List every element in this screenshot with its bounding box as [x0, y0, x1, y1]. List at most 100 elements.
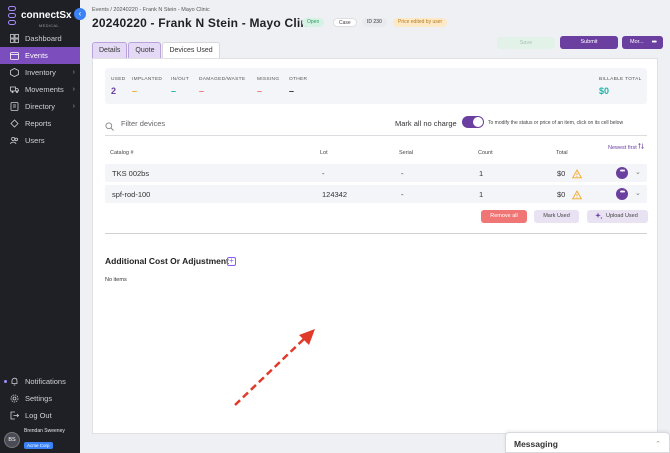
sidebar-item-directory[interactable]: Directory ›	[0, 98, 80, 115]
stats-bar: USED 2 IMPLANTED – IN/OUT – DAMAGED/WAST…	[105, 68, 647, 104]
no-items-text: No items	[105, 277, 127, 283]
collapse-sidebar-button[interactable]: ‹	[74, 8, 86, 20]
row-actions-button[interactable]: •••	[616, 167, 628, 179]
submit-button[interactable]: Submit	[560, 36, 618, 49]
cell-total[interactable]: $0	[557, 190, 565, 199]
sidebar-item-users[interactable]: Users	[0, 132, 80, 149]
upload-used-button[interactable]: Upload Used	[587, 210, 648, 223]
devices-used-panel: USED 2 IMPLANTED – IN/OUT – DAMAGED/WAST…	[92, 58, 658, 434]
logo-mark-icon	[8, 6, 17, 26]
calendar-icon	[10, 51, 19, 60]
mark-all-no-charge-toggle[interactable]	[462, 116, 484, 128]
cell-serial[interactable]: -	[401, 190, 404, 199]
tab-quote[interactable]: Quote	[128, 42, 162, 58]
sidebar-item-label: Directory	[25, 102, 56, 111]
sidebar-item-label: Dashboard	[25, 34, 62, 43]
cell-count[interactable]: 1	[479, 190, 483, 199]
row-actions-button[interactable]: •••	[616, 188, 628, 200]
mark-used-button[interactable]: Mark Used	[534, 210, 579, 223]
box-icon	[10, 68, 19, 77]
directory-icon	[10, 102, 19, 111]
user-name: Brendan Sweeney	[24, 428, 65, 434]
stat-damaged-waste[interactable]: DAMAGED/WASTE –	[199, 77, 245, 96]
status-badge: Open	[302, 18, 325, 27]
reports-icon	[10, 119, 19, 128]
chevron-right-icon: ›	[72, 103, 75, 110]
dashboard-icon	[10, 34, 19, 43]
mark-all-no-charge-label: Mark all no charge	[395, 119, 457, 128]
sidebar-item-label: Movements	[25, 85, 64, 94]
stat-in-out[interactable]: IN/OUT –	[171, 77, 189, 96]
modify-hint-text: To modify the status or price of an item…	[488, 120, 624, 126]
gear-icon	[10, 394, 19, 403]
column-header-lot: Lot	[320, 150, 328, 156]
sidebar-item-dashboard[interactable]: Dashboard	[0, 30, 80, 47]
logo-text: connectSx	[21, 9, 72, 21]
upload-used-label: Upload Used	[606, 213, 638, 219]
cell-catalog[interactable]: spf-rod-100	[112, 190, 150, 199]
tab-details[interactable]: Details	[92, 42, 128, 58]
users-icon	[10, 136, 19, 145]
user-profile[interactable]: BS Brendan Sweeney Acme Corp	[4, 428, 78, 450]
sidebar: connectSx MEDICAL ‹ Dashboard Events Inv…	[0, 0, 86, 453]
filter-row: Filter devices Mark all no charge To mod…	[105, 116, 647, 136]
sidebar-item-inventory[interactable]: Inventory ›	[0, 64, 80, 81]
chevron-up-icon[interactable]: ⌃	[655, 440, 661, 448]
logo[interactable]: connectSx MEDICAL	[8, 6, 74, 28]
filter-devices-input[interactable]: Filter devices	[121, 119, 165, 128]
sidebar-item-label: Users	[25, 136, 45, 145]
sparkle-icon	[595, 212, 603, 226]
stat-other[interactable]: OTHER –	[289, 77, 307, 96]
annotation-arrow	[234, 329, 315, 406]
logout-icon	[10, 411, 19, 420]
sidebar-item-notifications[interactable]: Notifications	[0, 373, 80, 390]
chevron-left-icon: ‹	[78, 9, 82, 18]
cell-count[interactable]: 1	[479, 169, 483, 178]
type-badge: Case	[333, 18, 357, 27]
table-row[interactable]: spf-rod-100 124342 - 1 $0 ••• ⌄	[105, 185, 647, 203]
cell-serial[interactable]: -	[401, 169, 404, 178]
stat-missing[interactable]: MISSING –	[257, 77, 279, 96]
table-row[interactable]: TKS 002bs - - 1 $0 ••• ⌄	[105, 164, 647, 182]
sort-icon	[638, 143, 644, 151]
page-title: 20240220 - Frank N Stein - Mayo Clinic	[92, 16, 319, 30]
sidebar-item-label: Events	[25, 51, 48, 60]
chevron-right-icon: ›	[72, 69, 75, 76]
sidebar-item-label: Reports	[25, 119, 52, 128]
tab-devices-used[interactable]: Devices Used	[162, 42, 220, 58]
sort-newest-first[interactable]: Newest first	[608, 143, 644, 151]
sidebar-item-label: Log Out	[25, 411, 52, 420]
save-button[interactable]: Save	[497, 37, 555, 49]
logo-subtext: MEDICAL	[39, 22, 59, 28]
sidebar-item-settings[interactable]: Settings	[0, 390, 80, 407]
price-edited-badge: Price edited by user	[393, 18, 448, 27]
avatar: BS	[4, 432, 20, 448]
warning-icon	[571, 166, 583, 184]
add-adjustment-button[interactable]: +	[227, 257, 236, 266]
cell-total[interactable]: $0	[557, 169, 565, 178]
sidebar-item-label: Notifications	[25, 377, 66, 386]
chevron-down-icon[interactable]: ⌄	[635, 189, 641, 197]
column-header-count: Count	[478, 150, 493, 156]
cell-catalog[interactable]: TKS 002bs	[112, 169, 149, 178]
chevron-down-icon[interactable]: ⌄	[635, 168, 641, 176]
sidebar-item-movements[interactable]: Movements ›	[0, 81, 80, 98]
more-button[interactable]: Mor... •••	[622, 36, 663, 49]
sidebar-item-reports[interactable]: Reports	[0, 115, 80, 132]
stat-used[interactable]: USED 2	[111, 77, 126, 96]
truck-icon	[10, 85, 19, 94]
sidebar-item-label: Inventory	[25, 68, 56, 77]
sidebar-item-events[interactable]: Events	[0, 47, 80, 64]
cell-lot[interactable]: -	[322, 169, 325, 178]
messaging-panel[interactable]: Messaging ⌃	[505, 432, 670, 453]
sidebar-item-label: Settings	[25, 394, 53, 403]
column-header-serial: Serial	[399, 150, 414, 156]
remove-all-button[interactable]: Remove all	[481, 210, 527, 223]
more-dots-icon: •••	[651, 39, 657, 46]
stat-implanted[interactable]: IMPLANTED –	[132, 77, 162, 96]
breadcrumb[interactable]: Events / 20240220 - Frank N Stein - Mayo…	[92, 7, 210, 13]
cell-lot[interactable]: 124342	[322, 190, 347, 199]
sidebar-item-logout[interactable]: Log Out	[0, 407, 80, 424]
column-header-catalog: Catalog #	[110, 150, 134, 156]
warning-icon	[571, 187, 583, 205]
